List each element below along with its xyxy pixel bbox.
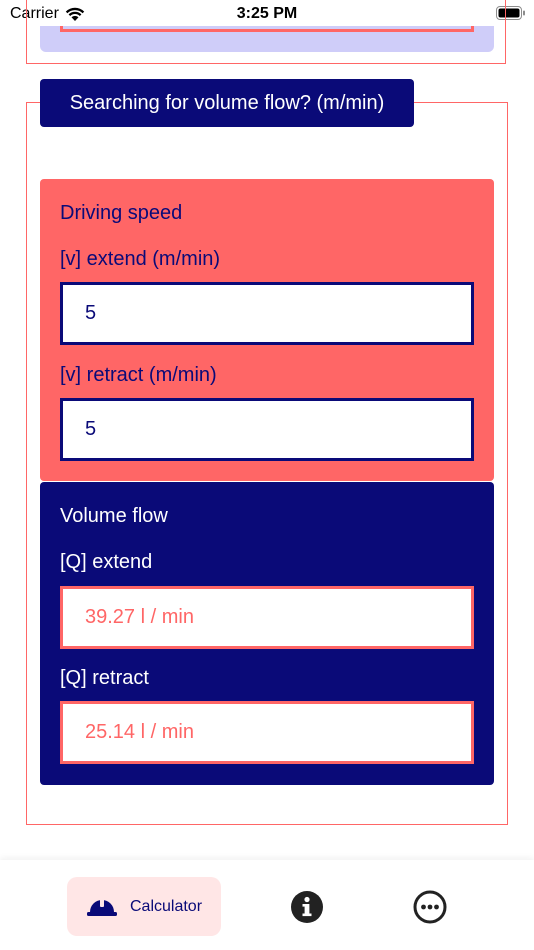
retract-speed-input[interactable]: 5	[60, 398, 474, 461]
tab-calculator[interactable]: Calculator	[67, 877, 221, 936]
extend-flow-output: 39.27 l / min	[60, 586, 474, 649]
driving-speed-card: Driving speed [v] extend (m/min) 5 [v] r…	[40, 179, 494, 481]
previous-section	[26, 0, 506, 64]
driving-speed-title: Driving speed	[60, 202, 183, 224]
extend-flow-label: [Q] extend	[60, 551, 153, 573]
volume-flow-card: Volume flow [Q] extend 39.27 l / min [Q]…	[40, 482, 494, 785]
tab-calculator-label: Calculator	[129, 897, 203, 915]
previous-section-card	[40, 26, 494, 52]
more-icon[interactable]	[413, 890, 447, 924]
helmet-icon	[86, 898, 117, 916]
previous-input-field[interactable]	[60, 26, 474, 32]
retract-speed-label: [v] retract (m/min)	[60, 364, 217, 386]
volume-flow-title: Volume flow	[60, 505, 168, 527]
info-icon[interactable]	[290, 890, 324, 924]
retract-flow-label: [Q] retract	[60, 667, 149, 689]
retract-flow-output: 25.14 l / min	[60, 701, 474, 764]
extend-speed-input[interactable]: 5	[60, 282, 474, 345]
tab-bar: Calculator	[0, 860, 534, 950]
extend-speed-label: [v] extend (m/min)	[60, 248, 221, 270]
section-title: Searching for volume flow? (m/min)	[40, 79, 414, 127]
